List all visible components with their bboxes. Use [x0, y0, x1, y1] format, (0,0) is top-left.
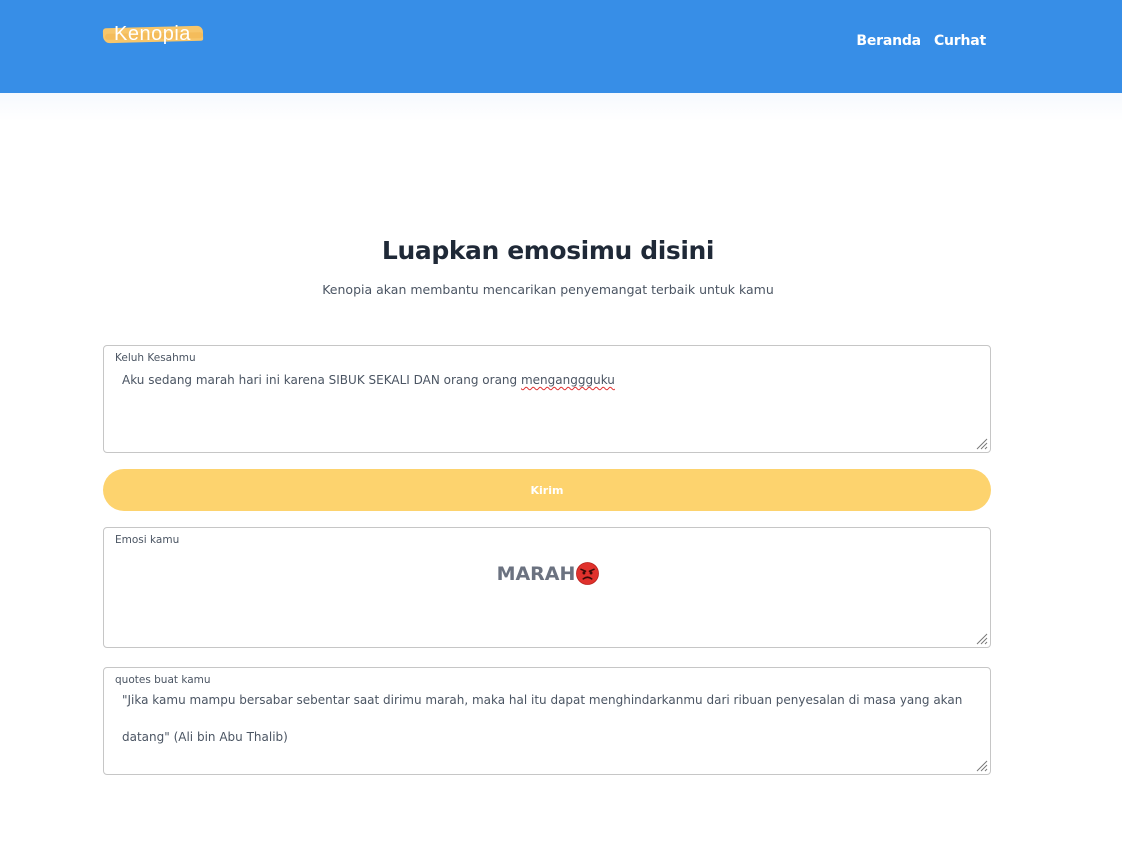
kirim-button[interactable]: Kirim: [103, 469, 991, 511]
resize-grip-icon[interactable]: [976, 633, 988, 645]
page-subtitle: Kenopia akan membantu mencarikan penyema…: [322, 282, 774, 297]
resize-grip-icon[interactable]: [976, 760, 988, 772]
nav-link-beranda[interactable]: Beranda: [856, 33, 921, 49]
page-title: Luapkan emosimu disini: [381, 236, 715, 265]
navbar: Kenopia Beranda Curhat: [0, 0, 1122, 93]
nav-links: Beranda Curhat: [856, 33, 986, 49]
emosi-label: Emosi kamu: [115, 534, 180, 546]
quotes-value[interactable]: "Jika kamu mampu bersabar sebentar saat …: [122, 682, 982, 756]
keluh-kesah-field[interactable]: Keluh Kesahmu Aku sedang marah hari ini …: [103, 345, 991, 453]
logo[interactable]: Kenopia: [102, 22, 205, 46]
logo-text: Kenopia: [114, 23, 191, 45]
quotes-field[interactable]: quotes buat kamu "Jika kamu mampu bersab…: [103, 667, 991, 775]
nav-link-curhat[interactable]: Curhat: [934, 33, 986, 49]
emosi-field[interactable]: Emosi kamu MARAH: [103, 527, 991, 648]
emosi-value: MARAH: [496, 562, 576, 585]
misspelled-word[interactable]: menganggguku: [521, 373, 615, 387]
angry-face-icon: [576, 562, 600, 585]
keluh-kesah-value: Aku sedang marah hari ini karena SIBUK S…: [122, 373, 521, 387]
navbar-shadow: [0, 93, 1122, 121]
emosi-result: MARAH: [104, 562, 992, 585]
resize-grip-icon[interactable]: [976, 438, 988, 450]
keluh-kesah-text[interactable]: Aku sedang marah hari ini karena SIBUK S…: [122, 361, 615, 399]
